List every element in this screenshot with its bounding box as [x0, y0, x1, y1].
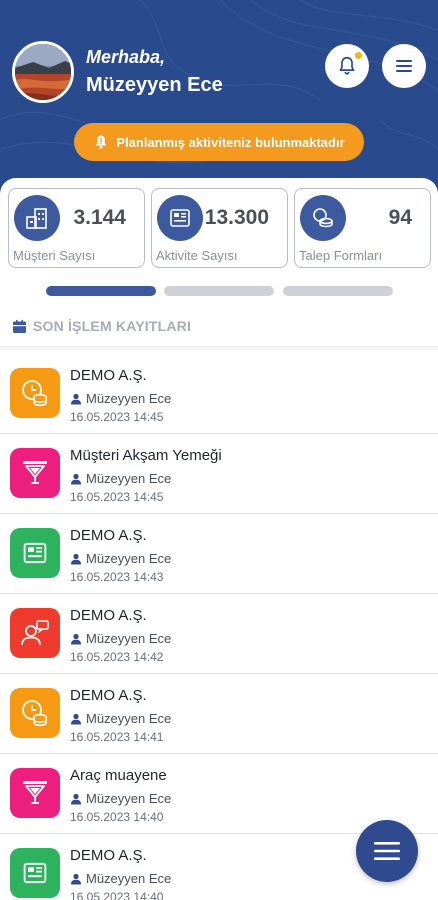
record-user-name: Müzeyyen Ece — [86, 551, 172, 566]
record-user: Müzeyyen Ece — [70, 871, 171, 886]
coins-icon — [313, 208, 333, 228]
stat-icon-circle — [300, 195, 346, 241]
stat-label: Aktivite Sayısı — [156, 248, 238, 263]
drink-glass-icon — [23, 461, 47, 484]
section-divider — [0, 346, 438, 352]
list-item[interactable]: DEMO A.Ş. Müzeyyen Ece 16.05.2023 14:45 — [0, 354, 438, 434]
list-item[interactable]: DEMO A.Ş. Müzeyyen Ece 16.05.2023 14:41 — [0, 674, 438, 754]
bell-icon — [339, 56, 355, 75]
notifications-button[interactable] — [325, 44, 369, 88]
list-item[interactable]: DEMO A.Ş. Müzeyyen Ece 16.05.2023 14:43 — [0, 514, 438, 594]
section-title: SON İŞLEM KAYITLARI — [12, 318, 191, 334]
record-user: Müzeyyen Ece — [70, 791, 171, 806]
newspaper-icon — [170, 209, 190, 227]
pager-bar-2[interactable] — [164, 286, 274, 296]
user-icon — [71, 793, 81, 804]
user-icon — [71, 713, 81, 724]
record-user: Müzeyyen Ece — [70, 711, 171, 726]
stat-icon-circle — [14, 195, 60, 241]
section-title-text: SON İŞLEM KAYITLARI — [33, 318, 192, 334]
record-date: 16.05.2023 14:40 — [70, 890, 164, 900]
user-icon — [71, 393, 81, 404]
drink-glass-icon — [23, 781, 47, 804]
warning-bell-icon — [96, 135, 107, 149]
record-user-name: Müzeyyen Ece — [86, 471, 172, 486]
record-date: 16.05.2023 14:42 — [70, 650, 164, 664]
user-icon — [71, 553, 81, 564]
hamburger-icon — [396, 60, 412, 72]
record-icon-tile — [10, 848, 60, 898]
record-user: Müzeyyen Ece — [70, 551, 171, 566]
carousel-pager — [0, 286, 438, 296]
calendar-icon — [13, 319, 26, 333]
record-user-name: Müzeyyen Ece — [86, 791, 172, 806]
stat-label: Talep Formları — [299, 248, 383, 263]
avatar[interactable] — [12, 41, 74, 103]
record-user: Müzeyyen Ece — [70, 391, 171, 406]
record-icon-tile — [10, 528, 60, 578]
list-item[interactable]: Müşteri Akşam Yemeği Müzeyyen Ece 16.05.… — [0, 434, 438, 514]
record-title: DEMO A.Ş. — [70, 847, 147, 864]
planned-activity-alert[interactable]: Planlanmış aktiviteniz bulunmaktadır — [74, 123, 364, 161]
stat-value: 13.300 — [204, 206, 269, 229]
alert-text: Planlanmış aktiviteniz bulunmaktadır — [116, 134, 345, 150]
header: Merhaba, Müzeyyen Ece Planlanmış aktivit… — [0, 0, 438, 200]
record-title: Müşteri Akşam Yemeği — [70, 447, 222, 464]
pager-bar-1[interactable] — [46, 286, 156, 296]
record-title: DEMO A.Ş. — [70, 367, 147, 384]
user-icon — [71, 633, 81, 644]
record-icon-tile — [10, 608, 60, 658]
background-pattern — [0, 0, 438, 164]
stat-value: 94 — [388, 206, 412, 229]
user-name: Müzeyyen Ece — [86, 74, 223, 96]
record-date: 16.05.2023 14:41 — [70, 730, 164, 744]
record-user: Müzeyyen Ece — [70, 471, 171, 486]
record-date: 16.05.2023 14:43 — [70, 570, 164, 584]
record-user-name: Müzeyyen Ece — [86, 391, 172, 406]
clock-coins-icon — [22, 700, 47, 727]
record-user-name: Müzeyyen Ece — [86, 631, 172, 646]
stat-card-activities[interactable]: 13.300 Aktivite Sayısı — [151, 188, 288, 268]
stat-icon-circle — [157, 195, 203, 241]
record-title: DEMO A.Ş. — [70, 687, 147, 704]
records-list: DEMO A.Ş. Müzeyyen Ece 16.05.2023 14:45 … — [0, 354, 438, 900]
stat-card-request-forms[interactable]: 94 Talep Formları — [294, 188, 431, 268]
list-item[interactable]: Araç muayene Müzeyyen Ece 16.05.2023 14:… — [0, 754, 438, 834]
person-chat-icon — [21, 620, 49, 646]
record-icon-tile — [10, 688, 60, 738]
greeting-text: Merhaba, — [86, 47, 166, 67]
main-content: 3.144 Müşteri Sayısı 13.300 Aktivite Say… — [0, 178, 438, 900]
record-date: 16.05.2023 14:45 — [70, 490, 164, 504]
menu-button[interactable] — [382, 44, 426, 88]
hamburger-icon — [374, 842, 400, 860]
record-title: DEMO A.Ş. — [70, 607, 147, 624]
record-date: 16.05.2023 14:45 — [70, 410, 164, 424]
stat-card-customers[interactable]: 3.144 Müşteri Sayısı — [8, 188, 145, 268]
record-user-name: Müzeyyen Ece — [86, 711, 172, 726]
stat-value: 3.144 — [73, 206, 126, 229]
newspaper-icon — [23, 862, 47, 884]
record-title: DEMO A.Ş. — [70, 527, 147, 544]
floating-menu-button[interactable] — [356, 820, 418, 882]
list-item[interactable]: DEMO A.Ş. Müzeyyen Ece 16.05.2023 14:42 — [0, 594, 438, 674]
record-icon-tile — [10, 448, 60, 498]
record-title: Araç muayene — [70, 767, 167, 784]
record-user: Müzeyyen Ece — [70, 631, 171, 646]
clock-coins-icon — [22, 380, 47, 407]
record-user-name: Müzeyyen Ece — [86, 871, 172, 886]
record-icon-tile — [10, 768, 60, 818]
record-icon-tile — [10, 368, 60, 418]
notification-dot — [355, 52, 362, 59]
user-icon — [71, 473, 81, 484]
building-icon — [26, 208, 47, 229]
pager-bar-3[interactable] — [283, 286, 393, 296]
newspaper-icon — [23, 542, 47, 564]
user-icon — [71, 873, 81, 884]
stat-label: Müşteri Sayısı — [13, 248, 96, 263]
record-date: 16.05.2023 14:40 — [70, 810, 164, 824]
